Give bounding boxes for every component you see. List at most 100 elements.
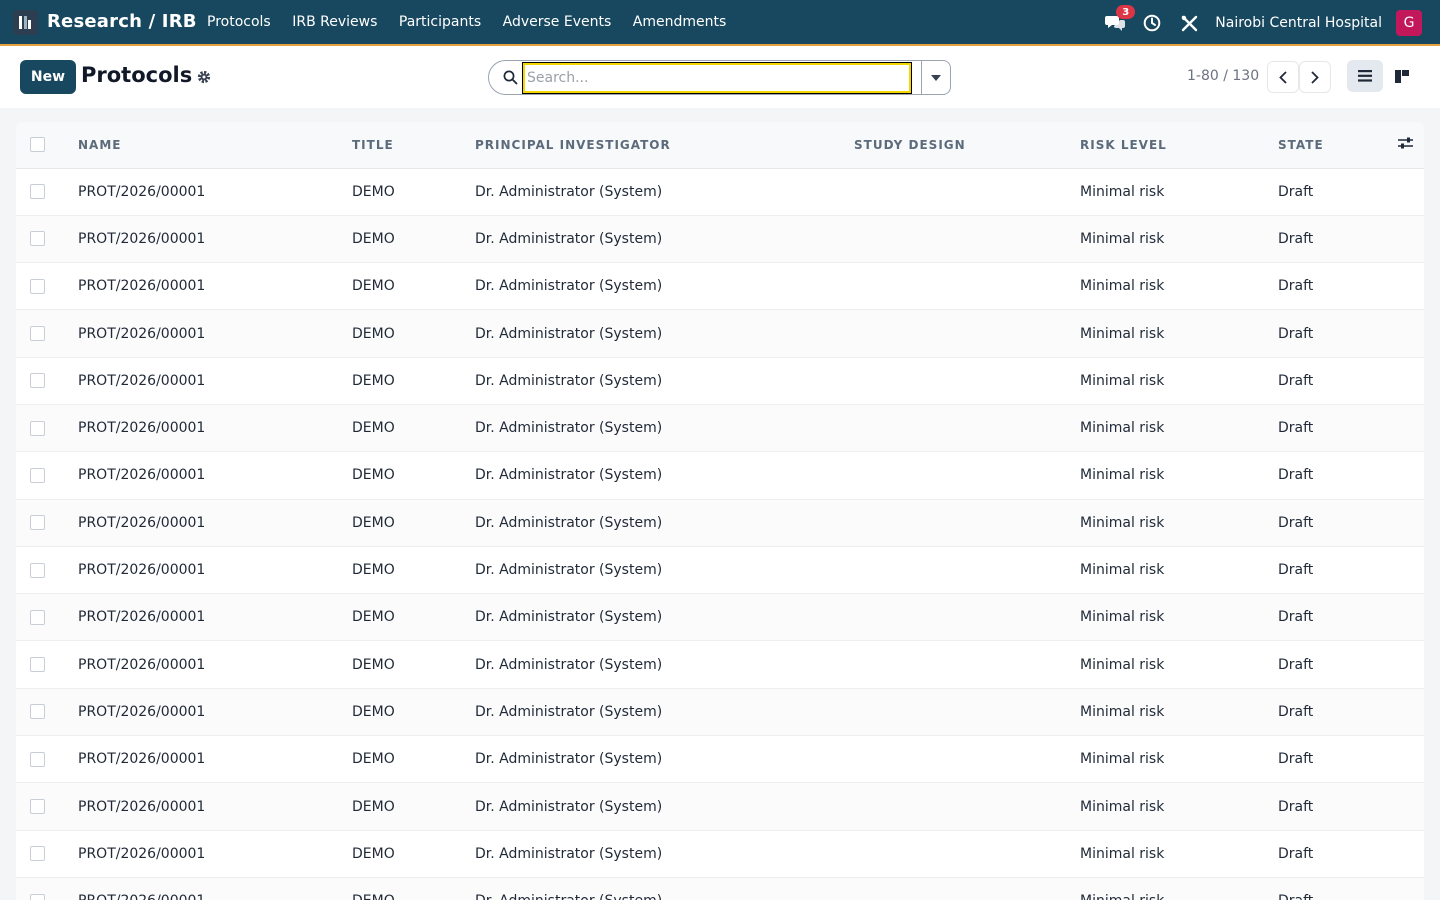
- table-row[interactable]: PROT/2026/00001DEMODr. Administrator (Sy…: [16, 782, 1424, 831]
- messages-button[interactable]: 3: [1104, 5, 1136, 34]
- row-checkbox[interactable]: [30, 657, 45, 673]
- column-header-name[interactable]: Name: [78, 122, 352, 168]
- column-header-title[interactable]: Title: [352, 122, 475, 168]
- cell-study-design: [854, 452, 1080, 499]
- row-checkbox[interactable]: [30, 704, 45, 720]
- menu-item-amendments[interactable]: Amendments: [633, 14, 727, 30]
- top-navbar: Research / IRB Protocols IRB Reviews Par…: [0, 0, 1440, 46]
- tools-icon: [1181, 15, 1197, 31]
- row-end-cell: [1398, 310, 1424, 357]
- app-logo-icon[interactable]: [13, 10, 38, 35]
- cell-principal-investigator: Dr. Administrator (System): [475, 877, 854, 900]
- control-panel: New Protocols 1-80 / 130: [0, 46, 1440, 108]
- table-row[interactable]: PROT/2026/00001DEMODr. Administrator (Sy…: [16, 830, 1424, 878]
- pager-value[interactable]: 1-80 / 130: [1187, 68, 1259, 84]
- row-checkbox[interactable]: [30, 373, 45, 389]
- cell-study-design: [854, 215, 1080, 262]
- menu-item-irb-reviews[interactable]: IRB Reviews: [292, 14, 377, 30]
- pager-previous-button[interactable]: [1267, 61, 1299, 93]
- row-checkbox[interactable]: [30, 420, 45, 436]
- row-checkbox[interactable]: [30, 184, 45, 200]
- cell-principal-investigator: Dr. Administrator (System): [475, 798, 663, 815]
- cell-study-design: [854, 310, 1080, 357]
- cell-risk-level: Minimal risk: [1080, 183, 1165, 200]
- optional-columns-toggle[interactable]: [1398, 122, 1424, 168]
- table-row[interactable]: PROT/2026/00001DEMODr. Administrator (Sy…: [16, 357, 1424, 405]
- row-end-cell: [1398, 546, 1424, 593]
- search-options-toggle[interactable]: [921, 60, 951, 95]
- cell-study-design: [854, 594, 1080, 641]
- row-checkbox[interactable]: [30, 846, 45, 862]
- column-header-state[interactable]: State: [1278, 122, 1398, 168]
- cell-state: Draft: [1278, 230, 1314, 247]
- table-row[interactable]: PROT/2026/00001DEMODr. Administrator (Sy…: [16, 688, 1424, 736]
- search-icon: [503, 70, 518, 85]
- column-header-study-design[interactable]: Study Design: [854, 122, 1080, 168]
- protocols-list: Name Title Principal Investigator Study …: [16, 122, 1424, 900]
- row-checkbox[interactable]: [30, 562, 45, 578]
- user-avatar[interactable]: G: [1396, 10, 1422, 36]
- cell-principal-investigator: Dr. Administrator (System): [475, 420, 663, 437]
- select-all-checkbox[interactable]: [30, 137, 45, 153]
- cell-name: PROT/2026/00001: [78, 751, 206, 768]
- search-input[interactable]: [522, 62, 912, 94]
- gear-icon[interactable]: [197, 70, 211, 84]
- table-row[interactable]: PROT/2026/00001DEMODr. Administrator (Sy…: [16, 263, 1424, 310]
- menu-item-participants[interactable]: Participants: [399, 14, 481, 30]
- row-checkbox[interactable]: [30, 799, 45, 814]
- table-row[interactable]: PROT/2026/00001DEMODr. Administrator (Sy…: [16, 593, 1424, 641]
- row-checkbox[interactable]: [30, 893, 45, 900]
- table-row[interactable]: PROT/2026/00001DEMODr. Administrator (Sy…: [16, 641, 1424, 689]
- row-checkbox[interactable]: [30, 609, 45, 625]
- cell-state: Draft: [1278, 325, 1314, 342]
- chevron-right-icon: [1311, 70, 1319, 84]
- row-checkbox[interactable]: [30, 278, 45, 294]
- row-checkbox[interactable]: [30, 231, 45, 247]
- menu-item-protocols[interactable]: Protocols: [207, 14, 271, 30]
- table-row[interactable]: PROT/2026/00001DEMODr. Administrator (Sy…: [16, 877, 1424, 900]
- cell-title: DEMO: [352, 514, 395, 531]
- cell-state: Draft: [1278, 751, 1314, 768]
- cell-title: DEMO: [352, 798, 395, 815]
- menu-item-adverse-events[interactable]: Adverse Events: [503, 14, 612, 30]
- table-row[interactable]: PROT/2026/00001DEMODr. Administrator (Sy…: [16, 404, 1424, 452]
- table-row[interactable]: PROT/2026/00001DEMODr. Administrator (Sy…: [16, 452, 1424, 500]
- table-row[interactable]: PROT/2026/00001DEMODr. Administrator (Sy…: [16, 499, 1424, 547]
- row-checkbox[interactable]: [30, 751, 45, 767]
- cell-risk-level: Minimal risk: [1080, 751, 1165, 768]
- list-view-button[interactable]: [1347, 60, 1383, 92]
- table-row[interactable]: PROT/2026/00001DEMODr. Administrator (Sy…: [16, 309, 1424, 358]
- caret-down-icon: [931, 74, 941, 81]
- row-checkbox[interactable]: [30, 467, 45, 483]
- main-menu: Protocols IRB Reviews Participants Adver…: [207, 14, 748, 30]
- cell-risk-level: Minimal risk: [1080, 467, 1165, 484]
- cell-title: DEMO: [352, 703, 395, 720]
- cell-name: PROT/2026/00001: [78, 656, 206, 673]
- cell-risk-level: Minimal risk: [1080, 798, 1165, 815]
- new-button[interactable]: New: [20, 60, 76, 94]
- cell-title: DEMO: [352, 372, 395, 389]
- cell-state: Draft: [1278, 609, 1314, 626]
- company-switcher[interactable]: Nairobi Central Hospital: [1215, 15, 1382, 31]
- tools-button[interactable]: [1178, 12, 1200, 34]
- row-checkbox[interactable]: [30, 326, 45, 342]
- row-checkbox[interactable]: [30, 515, 45, 531]
- table-row[interactable]: PROT/2026/00001DEMODr. Administrator (Sy…: [16, 215, 1424, 263]
- cell-title: DEMO: [352, 845, 395, 862]
- row-select-cell: [16, 499, 78, 546]
- app-title[interactable]: Research / IRB: [47, 11, 197, 32]
- column-header-risk-level[interactable]: Risk Level: [1080, 122, 1278, 168]
- table-row[interactable]: PROT/2026/00001DEMODr. Administrator (Sy…: [16, 736, 1424, 783]
- kanban-view-button[interactable]: [1384, 60, 1420, 92]
- table-row[interactable]: PROT/2026/00001DEMODr. Administrator (Sy…: [16, 168, 1424, 216]
- cell-principal-investigator: Dr. Administrator (System): [475, 230, 663, 247]
- cell-title: DEMO: [352, 278, 395, 295]
- cell-study-design: [854, 688, 1080, 735]
- activity-button[interactable]: [1141, 12, 1163, 34]
- cell-state: Draft: [1278, 703, 1314, 720]
- cell-principal-investigator: Dr. Administrator (System): [475, 372, 663, 389]
- column-header-principal-investigator[interactable]: Principal Investigator: [475, 122, 854, 168]
- pager-next-button[interactable]: [1299, 61, 1331, 93]
- cell-state: Draft: [1278, 420, 1314, 437]
- table-row[interactable]: PROT/2026/00001DEMODr. Administrator (Sy…: [16, 546, 1424, 594]
